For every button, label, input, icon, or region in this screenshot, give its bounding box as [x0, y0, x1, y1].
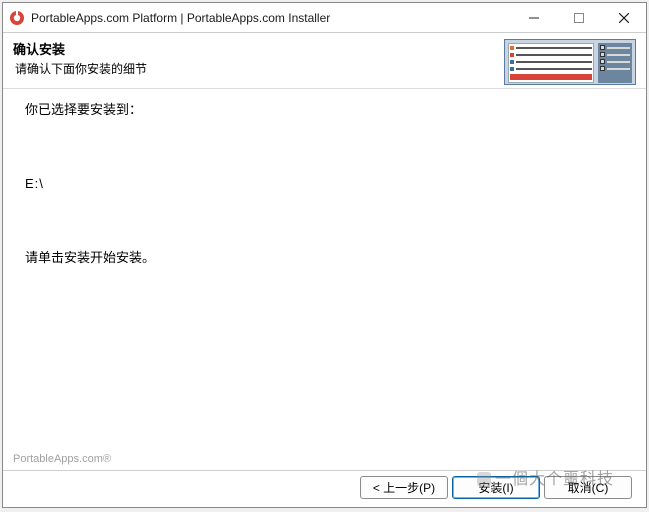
wizard-header: 确认安装 请确认下面你安装的细节 [3, 33, 646, 89]
footer-separator [3, 470, 646, 471]
page-title: 确认安装 [13, 39, 504, 58]
wizard-content: 你已选择要安装到： E:\ 请单击安装开始安装。 [3, 89, 646, 507]
minimize-button[interactable] [511, 3, 556, 32]
wizard-buttons: < 上一步(P) 安装(I) 取消(C) [360, 476, 632, 499]
install-path: E:\ [25, 175, 624, 193]
maximize-button[interactable] [556, 3, 601, 32]
window-controls [511, 3, 646, 32]
close-button[interactable] [601, 3, 646, 32]
app-icon [9, 10, 25, 26]
titlebar: PortableApps.com Platform | PortableApps… [3, 3, 646, 33]
cancel-button[interactable]: 取消(C) [544, 476, 632, 499]
install-button[interactable]: 安装(I) [452, 476, 540, 499]
header-banner [504, 39, 636, 85]
window-title: PortableApps.com Platform | PortableApps… [31, 11, 511, 25]
installer-window: PortableApps.com Platform | PortableApps… [2, 2, 647, 508]
back-button[interactable]: < 上一步(P) [360, 476, 448, 499]
chosen-label: 你已选择要安装到： [25, 101, 624, 119]
page-subtitle: 请确认下面你安装的细节 [15, 60, 504, 77]
footer-brand: PortableApps.com® [13, 453, 111, 465]
click-install-label: 请单击安装开始安装。 [25, 249, 624, 267]
